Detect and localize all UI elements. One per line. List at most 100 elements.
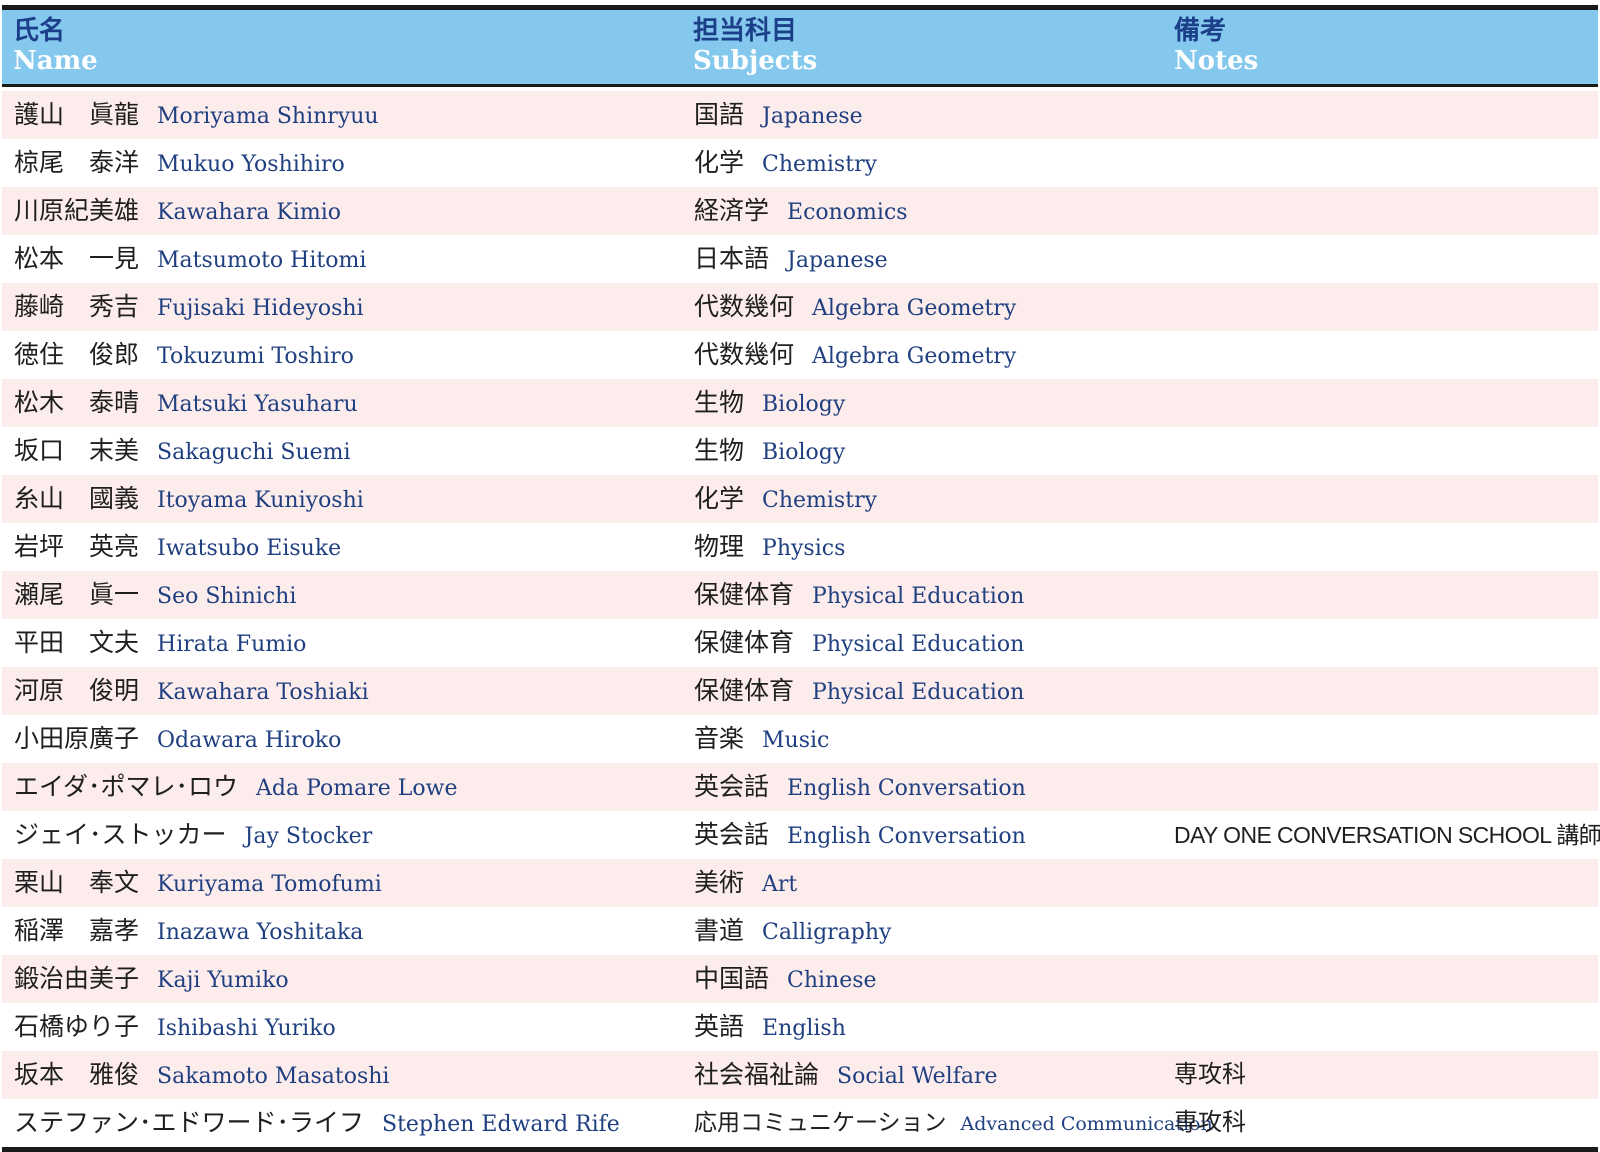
name-jp: 坂本 雅俊	[14, 1060, 140, 1089]
subject-jp: 中国語	[694, 964, 770, 993]
subject-jp: 代数幾何	[694, 292, 795, 321]
subject-en: Physical Education	[812, 680, 1025, 705]
subject-jp: 化学	[694, 484, 745, 513]
name-en: Kuriyama Tomofumi	[157, 872, 382, 897]
header-notes-en: Notes	[1174, 46, 1259, 76]
name-jp: 糸山 國義	[14, 484, 140, 513]
subject-jp: 経済学	[694, 196, 770, 225]
name-cell: エイダ･ポマレ･ロウ Ada Pomare Lowe	[14, 763, 457, 811]
header-subject-jp: 担当科目	[693, 16, 798, 46]
name-jp: 稲澤 嘉孝	[14, 916, 140, 945]
table-row: 糸山 國義 Itoyama Kuniyoshi 化学 Chemistry	[2, 475, 1598, 523]
name-en: Matsuki Yasuharu	[157, 392, 358, 417]
name-cell: 糸山 國義 Itoyama Kuniyoshi	[14, 475, 364, 523]
subject-en: English Conversation	[787, 824, 1026, 849]
name-cell: 坂口 末美 Sakaguchi Suemi	[14, 427, 351, 475]
table-row: 護山 眞龍 Moriyama Shinryuu 国語 Japanese	[2, 91, 1598, 139]
subject-en: Physical Education	[812, 584, 1025, 609]
name-jp: 護山 眞龍	[14, 100, 140, 129]
table-row: ステファン･エドワード･ライフ Stephen Edward Rife 応用コミュニ…	[2, 1099, 1598, 1147]
name-cell: 栗山 奉文 Kuriyama Tomofumi	[14, 859, 382, 907]
name-en: Inazawa Yoshitaka	[157, 920, 364, 945]
table-row: ジェイ･ストッカー Jay Stocker 英会話 English Conversat…	[2, 811, 1600, 859]
header-subject: 担当科目 Subjects	[693, 16, 817, 76]
table-row: 稲澤 嘉孝 Inazawa Yoshitaka 書道 Calligraphy	[2, 907, 1598, 955]
name-cell: 徳住 俊郎 Tokuzumi Toshiro	[14, 331, 354, 379]
subject-cell: 物理 Physics	[694, 523, 845, 571]
subject-en: English Conversation	[787, 776, 1026, 801]
subject-en: English	[762, 1016, 846, 1041]
subject-jp: 社会福祉論	[694, 1060, 820, 1089]
name-en: Iwatsubo Eisuke	[157, 536, 342, 561]
name-cell: 瀬尾 眞一 Seo Shinichi	[14, 571, 296, 619]
name-jp: エイダ･ポマレ･ロウ	[14, 772, 239, 801]
subject-en: Japanese	[762, 104, 863, 129]
table-row: 河原 俊明 Kawahara Toshiaki 保健体育 Physical Educa…	[2, 667, 1598, 715]
subject-en: Art	[762, 872, 798, 897]
notes-cell: 専攻科	[1174, 1051, 1246, 1099]
name-cell: 松木 泰晴 Matsuki Yasuharu	[14, 379, 358, 427]
name-en: Moriyama Shinryuu	[157, 104, 379, 129]
table-row: 坂本 雅俊 Sakamoto Masatoshi 社会福祉論 Social Welfa…	[2, 1051, 1598, 1099]
name-jp: 松本 一見	[14, 244, 140, 273]
subject-cell: 英会話 English Conversation	[694, 763, 1026, 811]
subject-en: Calligraphy	[762, 920, 892, 945]
table-row: 瀬尾 眞一 Seo Shinichi 保健体育 Physical Education	[2, 571, 1598, 619]
subject-cell: 社会福祉論 Social Welfare	[694, 1051, 998, 1099]
subject-jp: 保健体育	[694, 628, 795, 657]
table-row: 椋尾 泰洋 Mukuo Yoshihiro 化学 Chemistry	[2, 139, 1598, 187]
name-cell: ステファン･エドワード･ライフ Stephen Edward Rife	[14, 1099, 620, 1147]
subject-cell: 中国語 Chinese	[694, 955, 877, 1003]
name-jp: 藤崎 秀吉	[14, 292, 140, 321]
name-jp: ステファン･エドワード･ライフ	[14, 1108, 365, 1137]
table-row: 平田 文夫 Hirata Fumio 保健体育 Physical Education	[2, 619, 1598, 667]
header-name: 氏名 Name	[13, 16, 98, 76]
subject-en: Japanese	[787, 248, 888, 273]
name-jp: 椋尾 泰洋	[14, 148, 140, 177]
table-row: 徳住 俊郎 Tokuzumi Toshiro 代数幾何 Algebra Geometr…	[2, 331, 1598, 379]
table-body: 護山 眞龍 Moriyama Shinryuu 国語 Japanese 椋尾 泰洋 Muk…	[2, 87, 1600, 1147]
subject-en: Algebra Geometry	[812, 296, 1017, 321]
name-en: Jay Stocker	[244, 824, 373, 849]
name-jp: 小田原廣子	[14, 724, 140, 753]
subject-cell: 生物 Biology	[694, 379, 845, 427]
table-row: 藤崎 秀吉 Fujisaki Hideyoshi 代数幾何 Algebra Geome…	[2, 283, 1598, 331]
name-en: Kaji Yumiko	[157, 968, 289, 993]
header-notes-jp: 備考	[1174, 16, 1227, 46]
subject-en: Physics	[762, 536, 846, 561]
subject-en: Economics	[787, 200, 908, 225]
subject-jp: 生物	[694, 388, 745, 417]
table-row: 川原紀美雄 Kawahara Kimio 経済学 Economics	[2, 187, 1598, 235]
subject-cell: 経済学 Economics	[694, 187, 908, 235]
subject-en: Chemistry	[762, 152, 878, 177]
table-row: 松木 泰晴 Matsuki Yasuharu 生物 Biology	[2, 379, 1598, 427]
subject-jp: 英会話	[694, 772, 770, 801]
name-cell: ジェイ･ストッカー Jay Stocker	[14, 811, 372, 859]
subject-jp: 英会話	[694, 820, 770, 849]
subject-cell: 生物 Biology	[694, 427, 845, 475]
name-en: Stephen Edward Rife	[382, 1112, 620, 1137]
subject-jp: 美術	[694, 868, 745, 897]
name-en: Sakamoto Masatoshi	[157, 1064, 390, 1089]
name-jp: 岩坪 英亮	[14, 532, 140, 561]
subject-cell: 代数幾何 Algebra Geometry	[694, 331, 1016, 379]
name-jp: 鍛治由美子	[14, 964, 140, 993]
subject-cell: 保健体育 Physical Education	[694, 619, 1024, 667]
subject-cell: 美術 Art	[694, 859, 797, 907]
name-cell: 坂本 雅俊 Sakamoto Masatoshi	[14, 1051, 389, 1099]
name-jp: 瀬尾 眞一	[14, 580, 140, 609]
subject-jp: 応用コミュニケーション	[694, 1110, 947, 1136]
note-text: 専攻科	[1174, 1109, 1246, 1136]
name-cell: 松本 一見 Matsumoto Hitomi	[14, 235, 366, 283]
subject-cell: 応用コミュニケーション Advanced Communication	[694, 1099, 1213, 1147]
subject-en: Music	[762, 728, 830, 753]
name-cell: 平田 文夫 Hirata Fumio	[14, 619, 306, 667]
name-cell: 岩坪 英亮 Iwatsubo Eisuke	[14, 523, 341, 571]
name-en: Sakaguchi Suemi	[157, 440, 351, 465]
subject-cell: 国語 Japanese	[694, 91, 863, 139]
name-jp: 徳住 俊郎	[14, 340, 140, 369]
subject-en: Chemistry	[762, 488, 878, 513]
name-jp: 河原 俊明	[14, 676, 140, 705]
subject-cell: 英会話 English Conversation	[694, 811, 1026, 859]
name-en: Mukuo Yoshihiro	[157, 152, 345, 177]
